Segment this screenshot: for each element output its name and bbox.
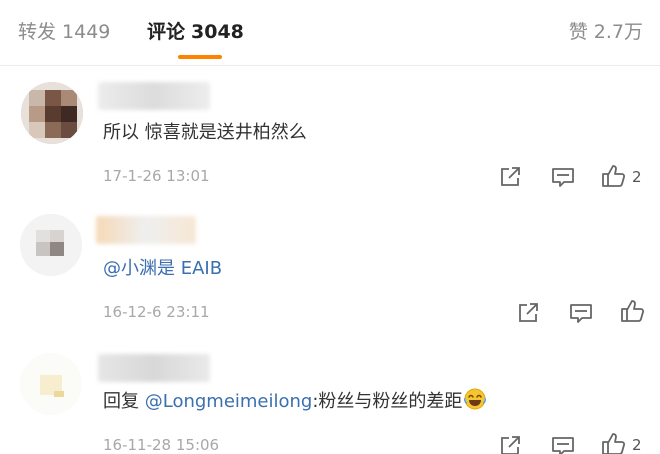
like-count: 2 (632, 168, 642, 186)
comment-item: @小渊是 EAIB 16-12-6 23:11 (0, 198, 660, 336)
laughing-crying-emoji-icon (464, 388, 487, 410)
thumbs-up-icon[interactable] (600, 431, 626, 454)
share-icon[interactable] (515, 300, 541, 326)
tab-repost-count: 1449 (62, 21, 111, 43)
active-tab-indicator (178, 55, 222, 59)
tab-repost-label: 转发 (18, 21, 57, 43)
comment-item: 所以 惊喜就是送井柏然么 17-1-26 13:01 2 (0, 66, 660, 198)
blurred-avatar-image (21, 82, 83, 144)
comment-item: 回复 @Longmeimeilong:粉丝与粉丝的差距 16-11-28 15:… (0, 336, 660, 454)
comment-text: :粉丝与粉丝的差距 (312, 391, 463, 412)
avatar[interactable] (20, 353, 82, 415)
tab-likes-label: 赞 (568, 21, 588, 43)
comment-time: 16-11-28 15:06 (103, 436, 220, 454)
comment-icon[interactable] (568, 300, 594, 326)
share-icon[interactable] (497, 164, 523, 190)
share-icon[interactable] (497, 433, 523, 454)
tab-comments-label: 评论 (147, 21, 186, 43)
username-blurred[interactable] (96, 216, 196, 244)
reply-text: 回复 @Longmeimeilong:粉丝与粉丝的差距 (103, 388, 487, 415)
blurred-avatar-image (20, 214, 82, 276)
username-blurred[interactable] (98, 354, 210, 382)
comment-time: 16-12-6 23:11 (103, 303, 210, 321)
tab-likes-count: 2.7万 (593, 21, 643, 43)
mention-link[interactable]: @小渊是 EAIB (103, 256, 222, 282)
blurred-avatar-image (20, 353, 82, 415)
like-count: 2 (632, 436, 642, 454)
thumbs-up-icon[interactable] (619, 298, 645, 324)
tab-repost[interactable]: 转发 1449 (18, 19, 110, 45)
tab-likes[interactable]: 赞 2.7万 (569, 19, 643, 45)
comment-icon[interactable] (550, 433, 576, 454)
comment-icon[interactable] (550, 164, 576, 190)
tab-comments[interactable]: 评论 3048 (147, 19, 244, 45)
thumbs-up-icon[interactable] (600, 163, 626, 189)
avatar[interactable] (21, 82, 83, 144)
avatar[interactable] (20, 214, 82, 276)
comment-text: 所以 惊喜就是送井柏然么 (103, 122, 307, 143)
tab-comments-count: 3048 (191, 21, 244, 43)
mention-link[interactable]: @Longmeimeilong (145, 391, 313, 412)
username-blurred[interactable] (98, 82, 210, 110)
reply-prefix: 回复 (103, 391, 145, 412)
comment-tabs: 转发 1449 评论 3048 赞 2.7万 (0, 0, 660, 66)
comment-time: 17-1-26 13:01 (103, 167, 210, 185)
